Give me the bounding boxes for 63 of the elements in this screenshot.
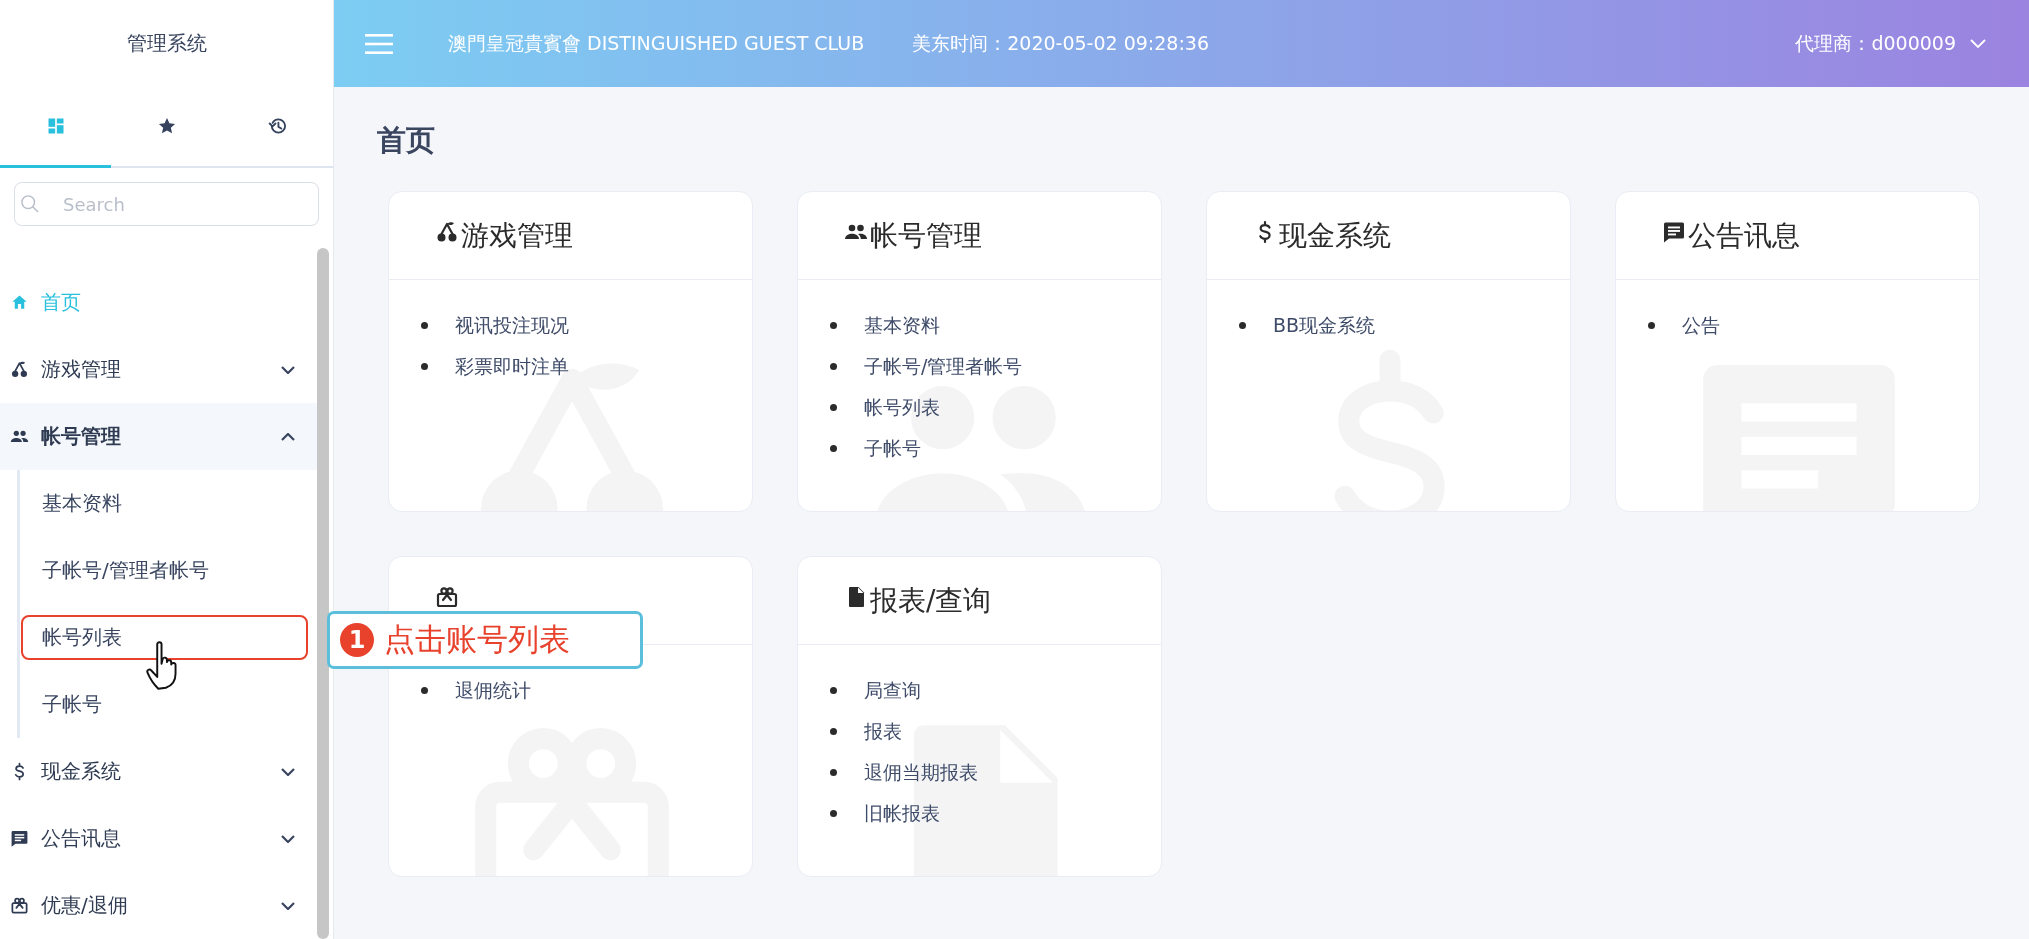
bullet (830, 810, 837, 817)
chevron-down-icon (281, 901, 295, 910)
module-link[interactable]: 子帐号/管理者帐号 (864, 353, 1023, 380)
menu-icon[interactable] (365, 32, 393, 55)
app-title: 管理系统 (126, 30, 207, 57)
menu-item[interactable]: 现金系统 (0, 738, 317, 805)
step-number: 1 (340, 623, 374, 657)
menu-item[interactable]: 优惠/退佣 (0, 872, 317, 939)
bullet (1239, 322, 1246, 329)
chevron-down-icon (281, 834, 295, 843)
home-icon (10, 293, 29, 312)
clock-text: 美东时间：2020-05-02 09:28:36 (912, 30, 1209, 56)
module-link[interactable]: 旧帐报表 (864, 800, 940, 827)
bullet (421, 687, 428, 694)
bullet (830, 769, 837, 776)
bullet (421, 322, 428, 329)
module-link[interactable]: 彩票即时注单 (455, 353, 569, 380)
gift-icon (435, 584, 459, 609)
submenu-item[interactable]: 子帐号 (20, 671, 308, 738)
module-link[interactable]: 子帐号 (864, 435, 921, 462)
menu-item[interactable]: 帐号管理 (0, 403, 317, 470)
card-title: 现金系统 (1279, 217, 1391, 254)
card-title: 报表/查询 (870, 582, 992, 619)
gift-icon (10, 896, 29, 915)
scrollbar[interactable] (317, 248, 329, 939)
bullet (830, 445, 837, 452)
submenu-item[interactable]: 子帐号/管理者帐号 (20, 537, 308, 604)
bullet (830, 322, 837, 329)
module-link[interactable]: 公告 (1682, 312, 1720, 339)
bullet (830, 728, 837, 735)
bullet (830, 687, 837, 694)
module-link[interactable]: 退佣当期报表 (864, 759, 978, 786)
chevron-down-icon (1970, 39, 1986, 48)
callout-text: 点击账号列表 (384, 620, 570, 659)
bullet (421, 363, 428, 370)
history-icon (267, 116, 288, 136)
chevron-down-icon (281, 767, 295, 776)
module-link[interactable]: 基本资料 (864, 312, 940, 339)
cherry-icon (435, 219, 459, 244)
menu-item[interactable]: 公告讯息 (0, 805, 317, 872)
submenu-item[interactable]: 帐号列表 (21, 615, 308, 660)
chevron-up-icon (281, 432, 295, 441)
module-link[interactable]: 退佣统计 (455, 677, 531, 704)
page-title: 首页 (377, 122, 436, 159)
search-field[interactable]: Search (14, 182, 319, 226)
menu-item[interactable]: 游戏管理 (0, 336, 317, 403)
bullet (830, 404, 837, 411)
message-icon (10, 829, 29, 848)
bullet (1648, 322, 1655, 329)
module-link[interactable]: BB现金系统 (1273, 312, 1376, 339)
card-title: 帐号管理 (870, 217, 982, 254)
submenu-item[interactable]: 基本资料 (20, 470, 308, 537)
bullet (830, 363, 837, 370)
search-icon (21, 195, 39, 213)
card-title: 公告讯息 (1688, 217, 1800, 254)
chevron-down-icon (281, 365, 295, 374)
module-link[interactable]: 帐号列表 (864, 394, 940, 421)
cherry-icon (10, 360, 29, 379)
module-link[interactable]: 报表 (864, 718, 902, 745)
module-link[interactable]: 局查询 (864, 677, 921, 704)
site-name: 澳門皇冠貴賓會 DISTINGUISHED GUEST CLUB (448, 30, 865, 56)
module-link[interactable]: 视讯投注现况 (455, 312, 569, 339)
card-title: 游戏管理 (461, 217, 573, 254)
